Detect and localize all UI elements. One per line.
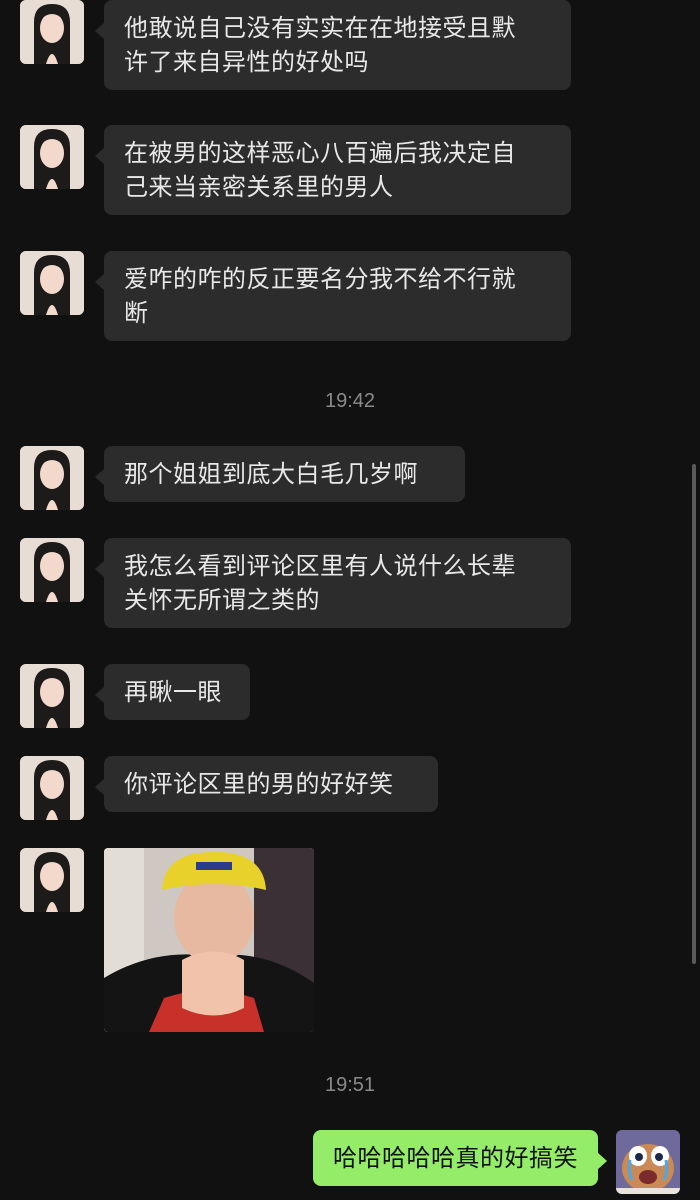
timestamp: 19:42 xyxy=(324,390,376,412)
outgoing-message-bubble[interactable]: 哈哈哈哈哈真的好搞笑 xyxy=(313,1130,607,1186)
contact-avatar[interactable] xyxy=(20,756,84,820)
message-bubble[interactable]: 你评论区里的男的好好笑 xyxy=(95,756,438,812)
contact-avatar[interactable] xyxy=(20,0,84,64)
scrollbar[interactable] xyxy=(692,464,696,964)
message-text: 那个姐姐到底大白毛几岁啊 xyxy=(124,460,418,488)
contact-avatar[interactable] xyxy=(20,446,84,510)
contact-avatar[interactable] xyxy=(20,125,84,189)
sticker-image[interactable] xyxy=(104,848,314,1032)
self-avatar[interactable] xyxy=(616,1130,680,1194)
contact-avatar[interactable] xyxy=(20,251,84,315)
message-bubble[interactable]: 再瞅一眼 xyxy=(95,664,250,720)
message-bubble[interactable]: 爱咋的咋的反正要名分我不给不行就 断 xyxy=(95,251,571,341)
contact-avatar[interactable] xyxy=(20,664,84,728)
message-text: 关怀无所谓之类的 xyxy=(124,586,320,614)
message-bubble[interactable]: 在被男的这样恶心八百遍后我决定自 己来当亲密关系里的男人 xyxy=(95,125,571,215)
timestamp: 19:51 xyxy=(324,1074,376,1096)
message-text: 爱咋的咋的反正要名分我不给不行就 xyxy=(124,265,516,293)
message-text: 在被男的这样恶心八百遍后我决定自 xyxy=(124,139,516,167)
message-bubble[interactable]: 他敢说自己没有实实在在地接受且默 许了来自异性的好处吗 xyxy=(95,0,571,90)
message-text: 许了来自异性的好处吗 xyxy=(124,48,369,76)
message-bubble[interactable]: 那个姐姐到底大白毛几岁啊 xyxy=(95,446,465,502)
contact-avatar[interactable] xyxy=(20,538,84,602)
message-bubble[interactable]: 我怎么看到评论区里有人说什么长辈 关怀无所谓之类的 xyxy=(95,538,571,628)
message-text: 断 xyxy=(124,299,149,327)
message-text: 再瞅一眼 xyxy=(124,678,222,706)
message-text: 他敢说自己没有实实在在地接受且默 xyxy=(124,14,516,42)
contact-avatar[interactable] xyxy=(20,848,84,912)
message-text: 己来当亲密关系里的男人 xyxy=(124,173,394,201)
chat-window: 他敢说自己没有实实在在地接受且默 许了来自异性的好处吗 在被男的这样恶心八百遍后… xyxy=(0,0,700,1200)
message-text: 哈哈哈哈哈真的好搞笑 xyxy=(333,1144,578,1172)
message-text: 我怎么看到评论区里有人说什么长辈 xyxy=(124,552,516,580)
message-text: 你评论区里的男的好好笑 xyxy=(124,770,394,798)
